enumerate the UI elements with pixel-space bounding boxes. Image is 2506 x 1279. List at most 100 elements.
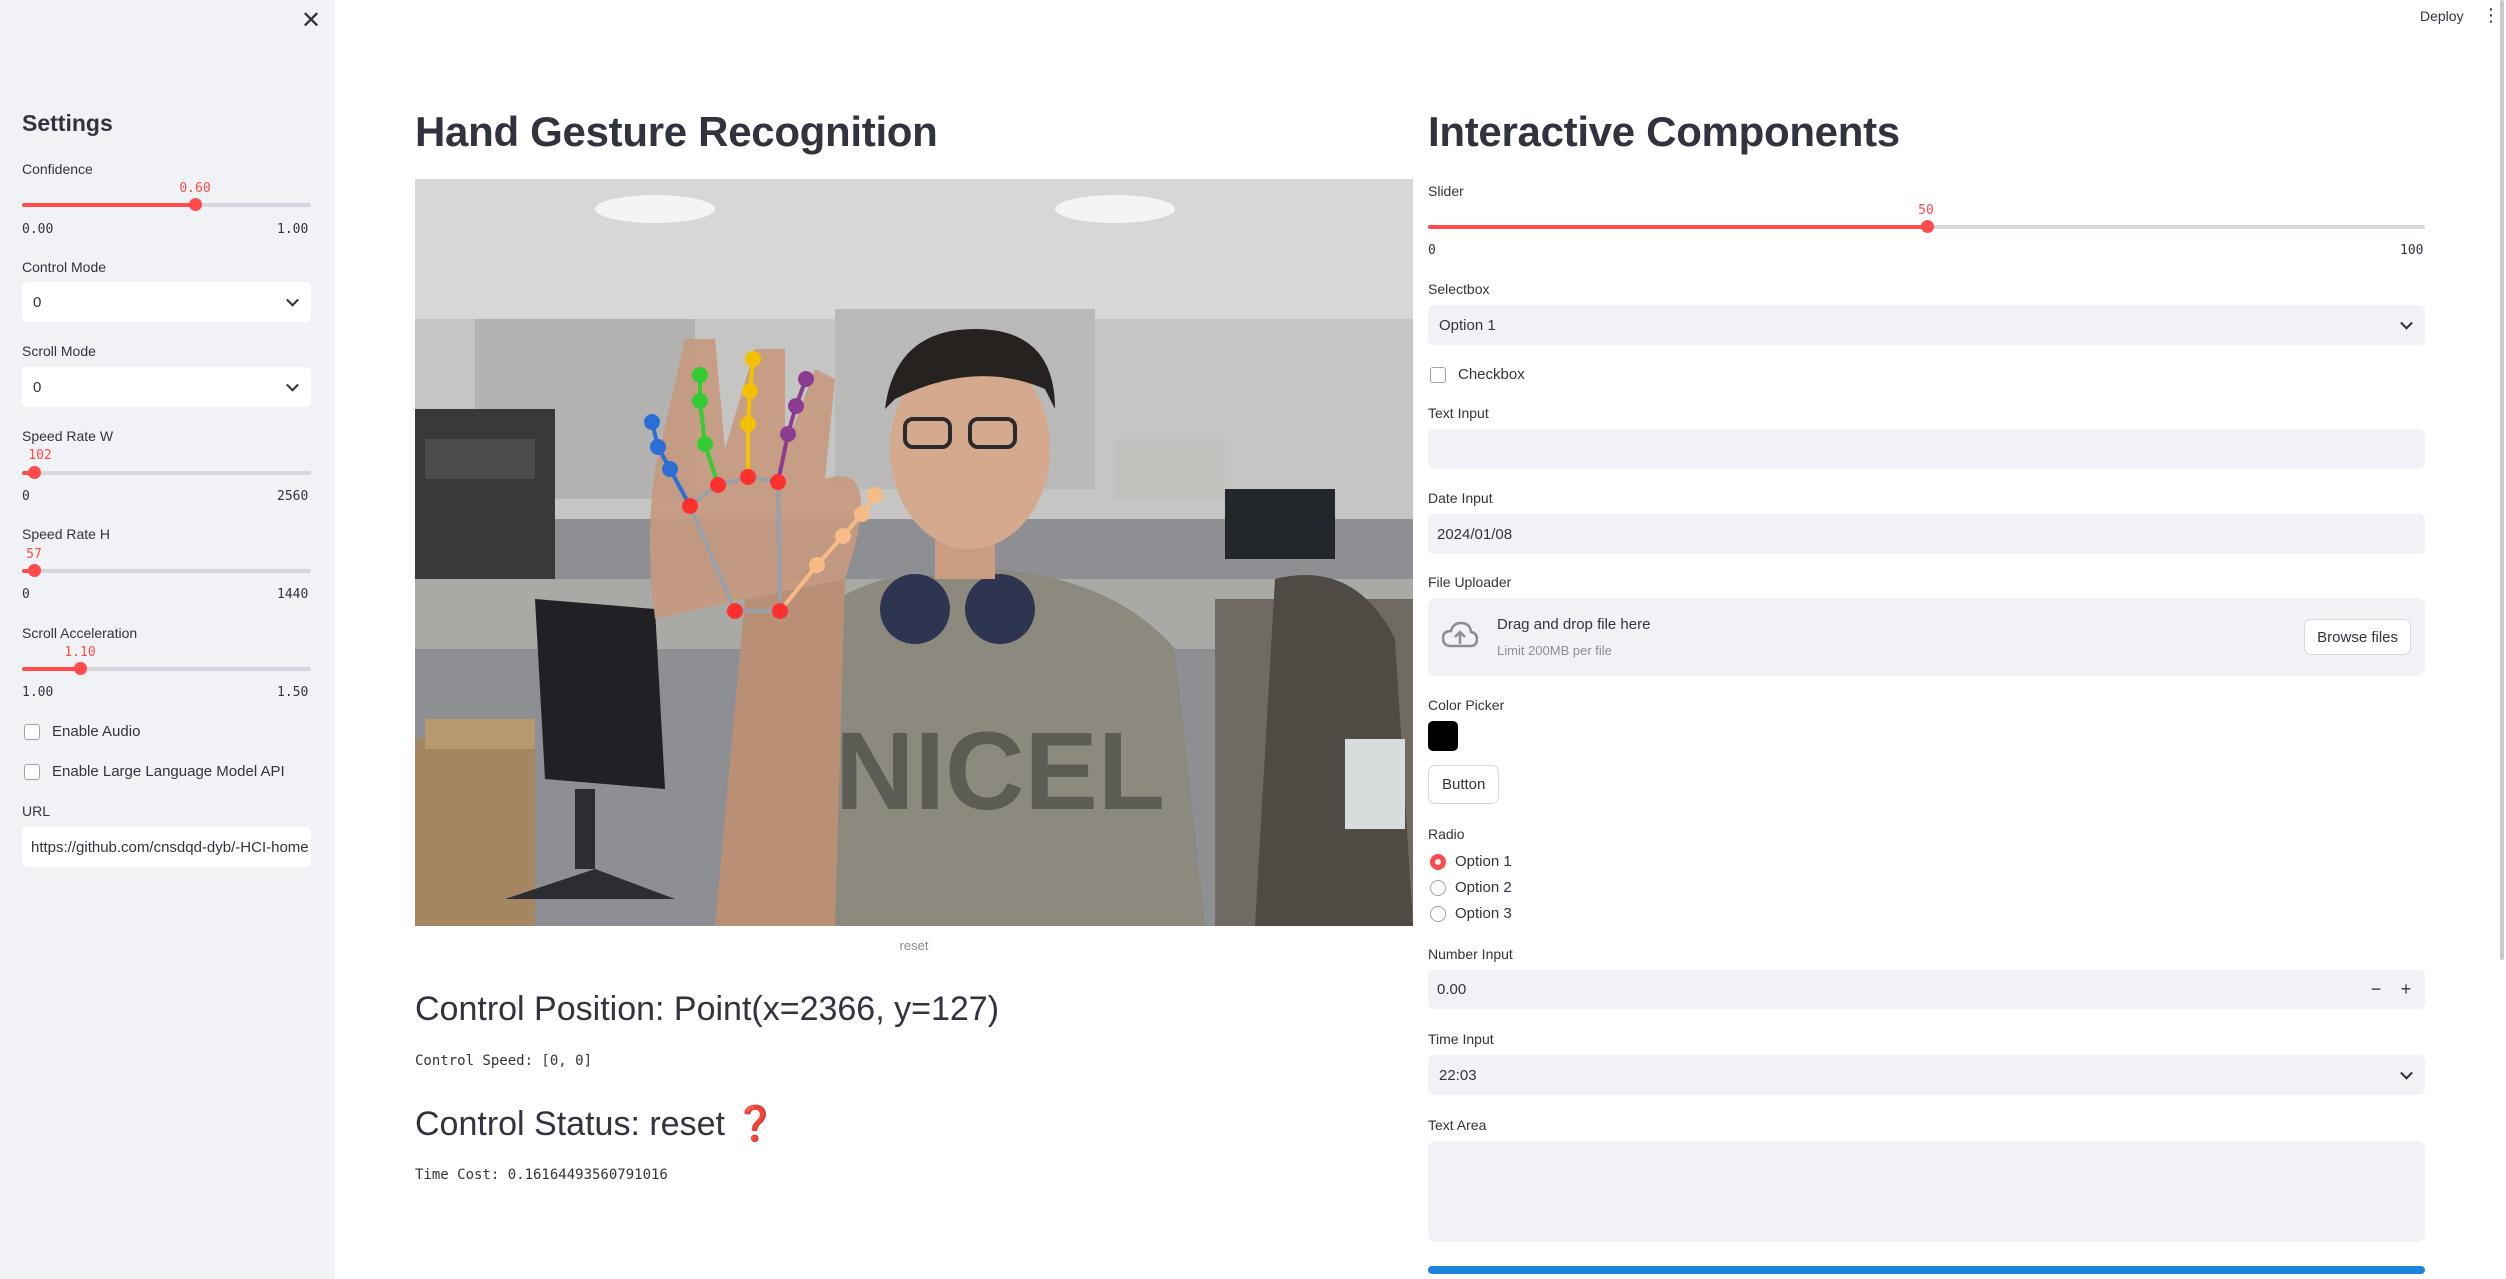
slider-max: 100 (2400, 243, 2424, 258)
scroll-acceleration-slider[interactable] (22, 662, 311, 675)
number-input-label: Number Input (1428, 946, 1513, 962)
url-label: URL (22, 803, 51, 819)
slider-thumb[interactable] (1920, 220, 1934, 233)
confidence-label: Confidence (22, 161, 93, 177)
radio-option-1[interactable]: Option 1 (1430, 853, 1512, 870)
speed-rate-w-slider[interactable] (22, 466, 311, 479)
control-mode-select[interactable]: 0 (22, 282, 311, 322)
components-title: Interactive Components (1428, 108, 1900, 155)
radio-button[interactable] (1430, 879, 1446, 896)
close-icon[interactable]: ✕ (298, 8, 324, 34)
scroll-acceleration-slider-fill (22, 667, 80, 671)
checkbox-label: Checkbox (1458, 366, 1525, 383)
speed-rate-h-slider[interactable] (22, 564, 311, 577)
radio-button[interactable] (1430, 905, 1446, 922)
page-scrollbar[interactable] (2500, 0, 2504, 960)
control-position-heading: Control Position: Point(x=2366, y=127) (415, 990, 1000, 1028)
date-input[interactable]: 2024/01/08 (1428, 514, 2425, 554)
selectbox-value: Option 1 (1439, 316, 1496, 334)
checkbox[interactable]: Checkbox (1430, 366, 1525, 383)
enable-audio-checkbox[interactable]: Enable Audio (24, 723, 140, 740)
slider[interactable] (1428, 220, 2425, 233)
radio-option-label: Option 3 (1455, 905, 1512, 922)
enable-audio-label: Enable Audio (52, 723, 141, 740)
scroll-mode-value: 0 (33, 378, 42, 396)
chevron-down-icon (286, 378, 299, 392)
enable-llm-checkbox[interactable]: Enable Large Language Model API (24, 763, 285, 780)
url-value: https://github.com/cnsdqd-dyb/-HCI-home (31, 838, 309, 856)
control-mode-label: Control Mode (22, 259, 107, 275)
chevron-down-icon (2400, 1066, 2413, 1080)
speed-rate-w-min: 0 (22, 489, 30, 504)
scroll-acceleration-value: 1.10 (64, 645, 96, 660)
color-picker-swatch[interactable] (1428, 721, 1458, 751)
sidebar-title: Settings (22, 110, 113, 136)
file-uploader-dropzone[interactable]: Drag and drop file here Limit 200MB per … (1428, 598, 2425, 676)
slider-fill (1428, 225, 1927, 229)
sidebar: ✕ Settings Confidence 0.60 0.00 1.00 Con… (0, 0, 335, 1279)
speed-rate-h-value: 57 (26, 547, 42, 562)
time-input[interactable]: 22:03 (1428, 1055, 2425, 1095)
page-title: Hand Gesture Recognition (415, 108, 938, 155)
time-input-label: Time Input (1428, 1031, 1494, 1047)
confidence-max: 1.00 (277, 222, 309, 237)
progress-bar (1428, 1266, 2425, 1274)
confidence-slider-fill (22, 203, 196, 207)
webcam-image: NICEL (415, 179, 1413, 926)
text-area-label: Text Area (1428, 1117, 1487, 1133)
radio-button[interactable] (1430, 853, 1446, 870)
checkbox-box[interactable] (24, 723, 40, 740)
date-input-label: Date Input (1428, 490, 1493, 506)
scroll-acceleration-slider-thumb[interactable] (73, 662, 87, 675)
scroll-mode-select[interactable]: 0 (22, 367, 311, 407)
date-input-value: 2024/01/08 (1437, 525, 1513, 543)
scroll-mode-label: Scroll Mode (22, 343, 96, 359)
confidence-value: 0.60 (179, 181, 211, 196)
speed-rate-w-max: 2560 (277, 489, 309, 504)
plus-icon[interactable]: + (2391, 970, 2421, 1008)
speed-rate-w-slider-thumb[interactable] (27, 466, 41, 479)
speed-rate-h-slider-thumb[interactable] (27, 564, 41, 577)
drop-text: Drag and drop file here (1497, 616, 1651, 633)
confidence-slider[interactable] (22, 198, 311, 211)
checkbox-box[interactable] (1430, 366, 1446, 383)
limit-text: Limit 200MB per file (1497, 643, 1612, 658)
speed-rate-h-max: 1440 (277, 587, 309, 602)
radio-option-label: Option 2 (1455, 879, 1512, 896)
deploy-button[interactable]: Deploy (2420, 8, 2464, 24)
speed-rate-h-label: Speed Rate H (22, 526, 110, 542)
radio-label: Radio (1428, 826, 1465, 842)
browse-files-button[interactable]: Browse files (2304, 619, 2411, 655)
scroll-acceleration-max: 1.50 (277, 685, 309, 700)
chevron-down-icon (286, 293, 299, 307)
minus-icon[interactable]: − (2361, 970, 2391, 1008)
color-picker-label: Color Picker (1428, 697, 1505, 713)
svg-text:NICEL: NICEL (835, 710, 1165, 833)
speed-rate-h-min: 0 (22, 587, 30, 602)
confidence-min: 0.00 (22, 222, 54, 237)
button[interactable]: Button (1428, 765, 1500, 804)
video-caption: reset (899, 938, 929, 953)
kebab-menu-icon[interactable]: ⋮ (2482, 6, 2500, 24)
chevron-down-icon (2400, 316, 2413, 330)
slider-value: 50 (1918, 203, 1934, 218)
text-area[interactable] (1428, 1141, 2425, 1242)
text-input-label: Text Input (1428, 405, 1489, 421)
checkbox-box[interactable] (24, 763, 40, 780)
speed-rate-w-value: 102 (28, 448, 52, 463)
slider-label: Slider (1428, 183, 1464, 199)
selectbox-label: Selectbox (1428, 281, 1490, 297)
radio-option-2[interactable]: Option 2 (1430, 879, 1512, 896)
number-input-value: 0.00 (1437, 981, 1467, 998)
number-input[interactable]: 0.00 − + (1428, 970, 2425, 1009)
confidence-slider-thumb[interactable] (189, 198, 203, 211)
scroll-acceleration-min: 1.00 (22, 685, 54, 700)
selectbox[interactable]: Option 1 (1428, 305, 2425, 345)
text-input[interactable] (1428, 429, 2425, 469)
radio-option-label: Option 1 (1455, 853, 1512, 870)
radio-option-3[interactable]: Option 3 (1430, 905, 1512, 922)
time-cost-text: Time Cost: 0.16164493560791016 (415, 1167, 668, 1183)
url-input[interactable]: https://github.com/cnsdqd-dyb/-HCI-home (22, 827, 311, 867)
cloud-upload-icon (1442, 621, 1478, 648)
enable-llm-label: Enable Large Language Model API (52, 763, 285, 780)
